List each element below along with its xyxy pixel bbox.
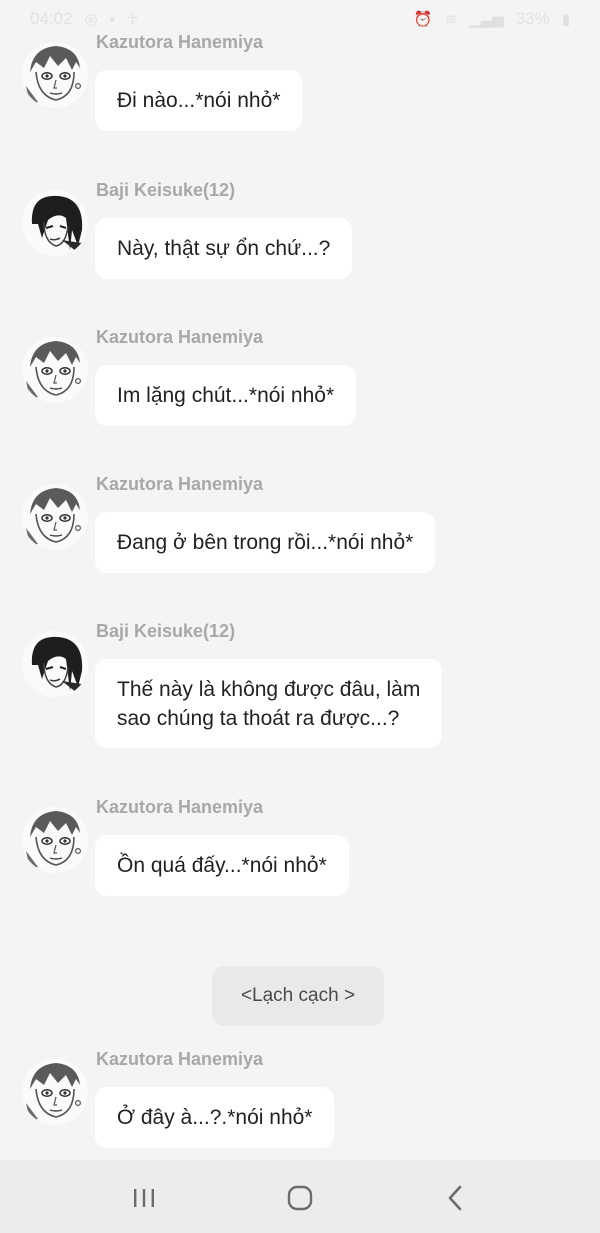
message-text: Này, thật sự ổn chứ...? — [117, 237, 331, 260]
message-text: Im lặng chút...*nói nhỏ* — [117, 384, 335, 407]
kazutora-avatar-icon — [22, 337, 88, 403]
message-bubble[interactable]: Ở đây à...?.*nói nhỏ* — [95, 1087, 335, 1148]
kazutora-avatar-icon — [22, 42, 88, 108]
message-bubble[interactable]: Đi nào...*nói nhỏ* — [95, 70, 303, 131]
kazutora-avatar-icon — [22, 1059, 88, 1125]
avatar-kazutora[interactable] — [22, 1059, 88, 1125]
message-text-line: sao chúng ta thoát ra được...? — [117, 707, 400, 730]
message-bubble[interactable]: Ồn quá đấy...*nói nhỏ* — [95, 835, 349, 896]
sender-name: Baji Keisuke(12) — [96, 621, 236, 641]
avatar-kazutora[interactable] — [22, 42, 88, 108]
recents-button[interactable] — [114, 1178, 174, 1218]
sender-name: Kazutora Hanemiya — [96, 1049, 264, 1069]
back-icon — [448, 1185, 462, 1211]
navigation-bar — [0, 1160, 600, 1233]
avatar-baji[interactable] — [22, 190, 88, 256]
chat-thread[interactable]: Kazutora Hanemiya Đi nào...*nói nhỏ* Baj… — [0, 0, 600, 1160]
message-text: Đi nào...*nói nhỏ* — [117, 89, 281, 112]
message-bubble[interactable]: Đang ở bên trong rồi...*nói nhỏ* — [95, 512, 436, 573]
kazutora-avatar-icon — [22, 807, 88, 873]
back-button[interactable] — [426, 1178, 486, 1218]
message-bubble[interactable]: Này, thật sự ổn chứ...? — [95, 218, 353, 279]
baji-avatar-icon — [22, 631, 88, 697]
avatar-kazutora[interactable] — [22, 337, 88, 403]
baji-avatar-icon — [22, 190, 88, 256]
message-bubble[interactable]: Im lặng chút...*nói nhỏ* — [95, 365, 357, 426]
system-note: <Lạch cạch > — [212, 966, 384, 1026]
sender-name: Kazutora Hanemiya — [96, 32, 264, 52]
home-button[interactable] — [270, 1178, 330, 1218]
message-bubble[interactable]: Thế này là không được đâu, làm sao chúng… — [95, 659, 443, 748]
message-text: Đang ở bên trong rồi...*nói nhỏ* — [117, 531, 414, 554]
message-text: Ở đây à...?.*nói nhỏ* — [117, 1106, 313, 1129]
kazutora-avatar-icon — [22, 484, 88, 550]
system-note-text: <Lạch cạch > — [240, 985, 356, 1006]
avatar-kazutora[interactable] — [22, 807, 88, 873]
message-text: Ồn quá đấy...*nói nhỏ* — [117, 854, 327, 877]
recents-icon — [134, 1189, 154, 1207]
message-text-line: Thế này là không được đâu, làm — [117, 678, 421, 701]
sender-name: Kazutora Hanemiya — [96, 327, 264, 347]
sender-name: Baji Keisuke(12) — [96, 180, 236, 200]
avatar-kazutora[interactable] — [22, 484, 88, 550]
sender-name: Kazutora Hanemiya — [96, 797, 264, 817]
sender-name: Kazutora Hanemiya — [96, 474, 264, 494]
avatar-baji[interactable] — [22, 631, 88, 697]
home-icon — [287, 1185, 313, 1211]
